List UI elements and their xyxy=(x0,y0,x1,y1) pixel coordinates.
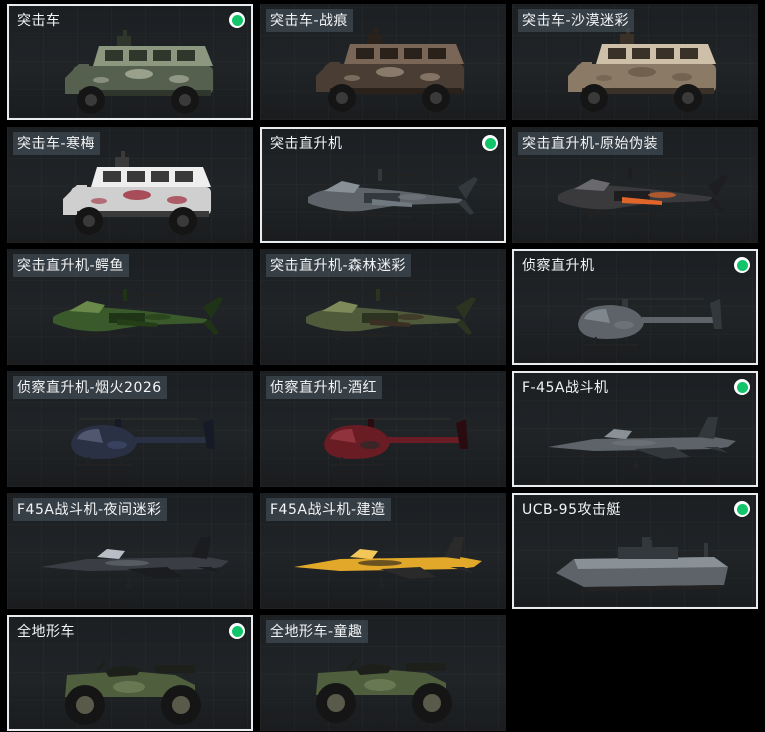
vehicle-name: 突击车-寒梅 xyxy=(13,132,101,155)
vehicle-name: 全地形车-童趣 xyxy=(266,620,368,643)
vehicle-grid: 突击车 突击车-战痕 突击车-沙漠迷彩 突击车-寒梅 突击直升机 突击直升机-原… xyxy=(0,0,765,732)
vehicle-card-assault-vehicle[interactable]: 突击车 xyxy=(7,4,253,120)
vehicle-name: F-45A战斗机 xyxy=(522,380,609,396)
truck-vehicle-image xyxy=(63,151,211,235)
truck-vehicle-image xyxy=(568,28,716,112)
equipped-status-icon xyxy=(229,623,245,639)
vehicle-card-atv-childhood[interactable]: 全地形车-童趣 xyxy=(260,615,506,731)
scout-vehicle-image xyxy=(324,418,468,466)
vehicle-name: 突击直升机 xyxy=(270,136,343,152)
truck-vehicle-image xyxy=(316,28,464,112)
vehicle-name: 侦察直升机 xyxy=(522,258,595,274)
atv-vehicle-image xyxy=(65,660,201,725)
vehicle-name: F45A战斗机-建造 xyxy=(266,498,391,521)
vehicle-card-attack-helicopter-primal-camo[interactable]: 突击直升机-原始伪装 xyxy=(512,127,758,243)
equipped-status-icon xyxy=(482,135,498,151)
vehicle-name: 侦察直升机-酒红 xyxy=(266,376,383,399)
vehicle-name: 突击直升机-原始伪装 xyxy=(518,132,664,155)
vehicle-card-assault-vehicle-winter-plum[interactable]: 突击车-寒梅 xyxy=(7,127,253,243)
vehicle-name: 侦察直升机-烟火2026 xyxy=(13,376,167,399)
atv-vehicle-image xyxy=(316,658,452,723)
equipped-status-icon xyxy=(734,501,750,517)
vehicle-card-scout-helicopter-fireworks[interactable]: 侦察直升机-烟火2026 xyxy=(7,371,253,487)
scout-vehicle-image xyxy=(578,298,722,346)
vehicle-card-assault-vehicle-desert-camo[interactable]: 突击车-沙漠迷彩 xyxy=(512,4,758,120)
boat-vehicle-image xyxy=(556,534,728,591)
apache-vehicle-image xyxy=(558,167,728,218)
apache-vehicle-image xyxy=(53,289,223,340)
truck-vehicle-image xyxy=(65,30,213,114)
apache-vehicle-image xyxy=(306,289,476,340)
vehicle-name: 突击车-战痕 xyxy=(266,9,354,32)
vehicle-name: 突击车-沙漠迷彩 xyxy=(518,9,635,32)
vehicle-name: 全地形车 xyxy=(17,624,75,640)
vehicle-card-f45a-fighter-construction[interactable]: F45A战斗机-建造 xyxy=(260,493,506,609)
vehicle-card-attack-helicopter[interactable]: 突击直升机 xyxy=(260,127,506,243)
vehicle-card-atv[interactable]: 全地形车 xyxy=(7,615,253,731)
jet-vehicle-image xyxy=(41,537,229,589)
vehicle-card-ucb95-attack-boat[interactable]: UCB-95攻击艇 xyxy=(512,493,758,609)
vehicle-name: 突击直升机-森林迷彩 xyxy=(266,254,412,277)
vehicle-card-assault-vehicle-battle-scar[interactable]: 突击车-战痕 xyxy=(260,4,506,120)
vehicle-card-f45a-fighter-night-camo[interactable]: F45A战斗机-夜间迷彩 xyxy=(7,493,253,609)
equipped-status-icon xyxy=(734,379,750,395)
vehicle-card-f45a-fighter[interactable]: F-45A战斗机 xyxy=(512,371,758,487)
vehicle-name: 突击车 xyxy=(17,13,61,29)
vehicle-name: UCB-95攻击艇 xyxy=(522,502,621,518)
jet-vehicle-image xyxy=(294,537,482,589)
vehicle-name: F45A战斗机-夜间迷彩 xyxy=(13,498,167,521)
vehicle-name: 突击直升机-鳄鱼 xyxy=(13,254,130,277)
equipped-status-icon xyxy=(734,257,750,273)
apache-vehicle-image xyxy=(308,169,478,220)
vehicle-card-attack-helicopter-crocodile[interactable]: 突击直升机-鳄鱼 xyxy=(7,249,253,365)
equipped-status-icon xyxy=(229,12,245,28)
vehicle-card-attack-helicopter-forest-camo[interactable]: 突击直升机-森林迷彩 xyxy=(260,249,506,365)
jet-vehicle-image xyxy=(548,417,736,469)
vehicle-card-scout-helicopter[interactable]: 侦察直升机 xyxy=(512,249,758,365)
vehicle-card-scout-helicopter-wine-red[interactable]: 侦察直升机-酒红 xyxy=(260,371,506,487)
scout-vehicle-image xyxy=(71,418,215,466)
